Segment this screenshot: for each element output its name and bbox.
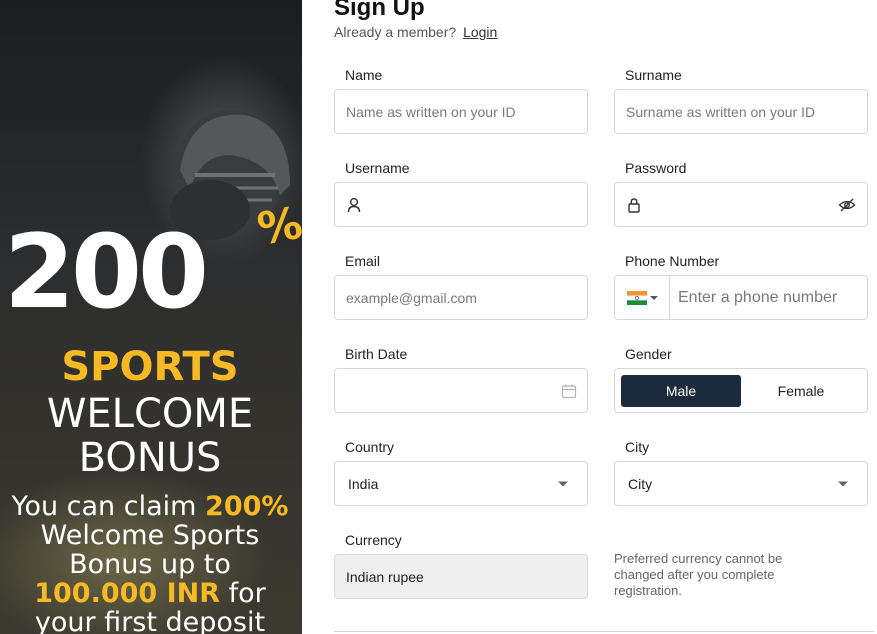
username-label: Username — [345, 160, 410, 176]
password-input[interactable] — [641, 183, 837, 226]
percent-sign: % — [253, 197, 302, 256]
claim-text: You can claim — [11, 491, 206, 522]
india-flag-icon — [627, 290, 647, 305]
currency-note: Preferred currency cannot be changed aft… — [614, 551, 783, 598]
login-link[interactable]: Login — [463, 24, 497, 40]
birth-date-box — [334, 368, 588, 413]
promo-banner: 200 % SPORTS WELCOME BONUS You can claim… — [0, 0, 302, 634]
claim-text: Bonus up to — [69, 549, 231, 580]
email-input[interactable] — [335, 276, 587, 319]
username-box — [334, 182, 588, 227]
country-label: Country — [345, 439, 395, 455]
birth-date-input[interactable] — [335, 369, 559, 412]
eye-off-icon[interactable] — [837, 195, 857, 215]
claim-text: your first deposit — [34, 607, 266, 634]
bonus-description: You can claim 200% Welcome Sports Bonus … — [0, 492, 300, 634]
chevron-down-icon — [833, 474, 853, 494]
country-select[interactable]: India — [334, 461, 588, 506]
name-label: Name — [345, 67, 383, 83]
surname-input[interactable] — [615, 90, 867, 133]
city-value: City — [628, 475, 653, 492]
gender-label: Gender — [625, 346, 672, 362]
member-prompt: Already a member? Login — [334, 24, 497, 40]
claim-text: Welcome Sports — [40, 520, 260, 551]
chevron-down-icon — [553, 474, 573, 494]
phone-box — [614, 275, 868, 320]
signup-form: Sign Up Already a member? Login Name Sur… — [334, 0, 874, 634]
sports-heading: SPORTS — [61, 344, 239, 390]
currency-label: Currency — [345, 532, 402, 548]
country-value: India — [348, 475, 379, 492]
phone-input[interactable] — [670, 276, 867, 319]
city-label: City — [625, 439, 650, 455]
chevron-down-icon — [650, 295, 658, 300]
bonus-heading: BONUS — [78, 435, 222, 481]
password-label: Password — [625, 160, 687, 176]
welcome-heading: WELCOME — [46, 391, 254, 437]
email-label: Email — [345, 253, 381, 269]
divider — [334, 631, 874, 632]
currency-input — [335, 555, 587, 598]
claim-amount: 100.000 INR — [34, 578, 221, 609]
claim-text: for — [220, 578, 266, 609]
bonus-percentage: 200 — [4, 213, 209, 332]
email-box — [334, 275, 588, 320]
gender-female-option[interactable]: Female — [741, 375, 861, 407]
member-text: Already a member? — [334, 24, 457, 40]
page-title: Sign Up — [334, 0, 425, 21]
country-code-selector[interactable] — [615, 276, 670, 319]
surname-box — [614, 89, 868, 134]
birth-date-label: Birth Date — [345, 346, 408, 362]
claim-highlight: 200% — [205, 491, 289, 522]
currency-box — [334, 554, 588, 599]
gender-male-option[interactable]: Male — [621, 374, 741, 407]
user-icon — [347, 197, 361, 213]
surname-label: Surname — [625, 67, 682, 83]
username-input[interactable] — [361, 183, 587, 226]
name-box — [334, 89, 588, 134]
lock-icon — [627, 197, 641, 213]
city-select[interactable]: City — [614, 461, 868, 506]
name-input[interactable] — [335, 90, 587, 133]
calendar-icon[interactable] — [559, 381, 579, 401]
gender-toggle: Male Female — [614, 368, 868, 413]
password-box — [614, 182, 868, 227]
phone-label: Phone Number — [625, 253, 720, 269]
